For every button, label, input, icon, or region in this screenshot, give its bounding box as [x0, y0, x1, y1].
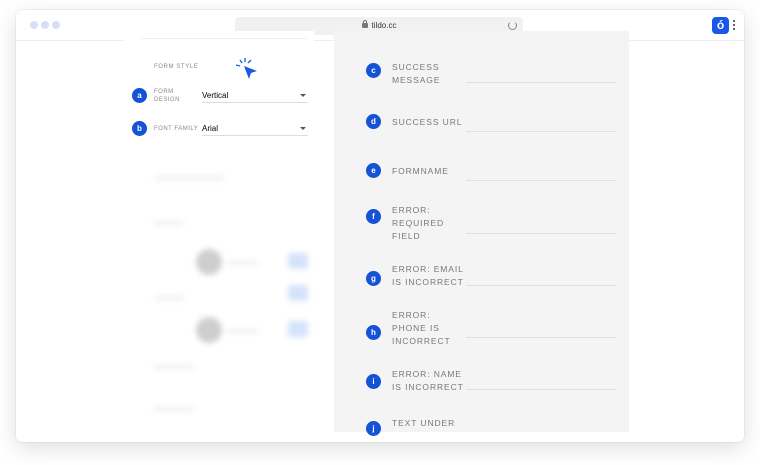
error-phone-field[interactable] [466, 337, 616, 338]
annotation-badge: a [132, 88, 147, 103]
annotation-badge: d [366, 114, 381, 129]
kebab-icon[interactable] [733, 20, 736, 32]
error-name-label: ERROR: NAME IS INCORRECT [392, 369, 464, 392]
annotation-badge: f [366, 209, 381, 224]
blurred-settings [124, 151, 314, 432]
annotation-badge: c [366, 63, 381, 78]
window-dot[interactable] [30, 21, 38, 29]
annotation-badge: b [132, 121, 147, 136]
window-dot[interactable] [41, 21, 49, 29]
cursor-icon [236, 58, 257, 79]
error-email-label: ERROR: EMAIL IS INCORRECT [392, 264, 464, 287]
error-required-label: ERROR: REQUIRED FIELD [392, 205, 445, 241]
annotation-badge: i [366, 374, 381, 389]
divider [142, 38, 307, 39]
annotation-badge: e [366, 163, 381, 178]
annotation-badge: g [366, 271, 381, 286]
section-title: FORM STYLE [154, 64, 199, 70]
caret-icon [300, 127, 306, 130]
url-display: tildo.cc [235, 20, 523, 30]
app-icon[interactable]: ó [712, 17, 729, 34]
success-message-label: SUCCESS MESSAGE [392, 62, 441, 85]
font-family-label: FONT FAMILY [154, 126, 199, 132]
success-url-label: SUCCESS URL [392, 117, 463, 127]
success-url-field[interactable] [466, 131, 616, 132]
form-design-label: FORM DESIGN [154, 89, 181, 103]
formname-field[interactable] [466, 180, 616, 181]
formname-label: FORMNAME [392, 166, 449, 176]
error-phone-label: ERROR: PHONE IS INCORRECT [392, 310, 451, 346]
form-design-value: Vertical [202, 91, 229, 100]
annotation-badge: h [366, 325, 381, 340]
annotation-badge: j [366, 421, 381, 436]
success-message-field[interactable] [466, 82, 616, 83]
error-name-field[interactable] [466, 389, 616, 390]
caret-icon [300, 94, 306, 97]
form-design-select[interactable]: Vertical [202, 89, 308, 103]
error-email-field[interactable] [466, 285, 616, 286]
reload-icon[interactable] [508, 21, 517, 30]
font-family-value: Arial [202, 124, 219, 133]
text-under-form-label: TEXT UNDER FORM [392, 418, 456, 432]
font-family-select[interactable]: Arial [202, 122, 308, 136]
error-required-field[interactable] [466, 233, 616, 234]
lock-icon [361, 20, 368, 28]
form-preview: SUCCESS MESSAGE SUCCESS URL FORMNAME ERR… [334, 31, 629, 432]
url-text: tildo.cc [371, 21, 397, 30]
window-dot[interactable] [52, 21, 60, 29]
settings-panel: FORM STYLE FORM DESIGN Vertical FONT FAM… [124, 31, 314, 432]
